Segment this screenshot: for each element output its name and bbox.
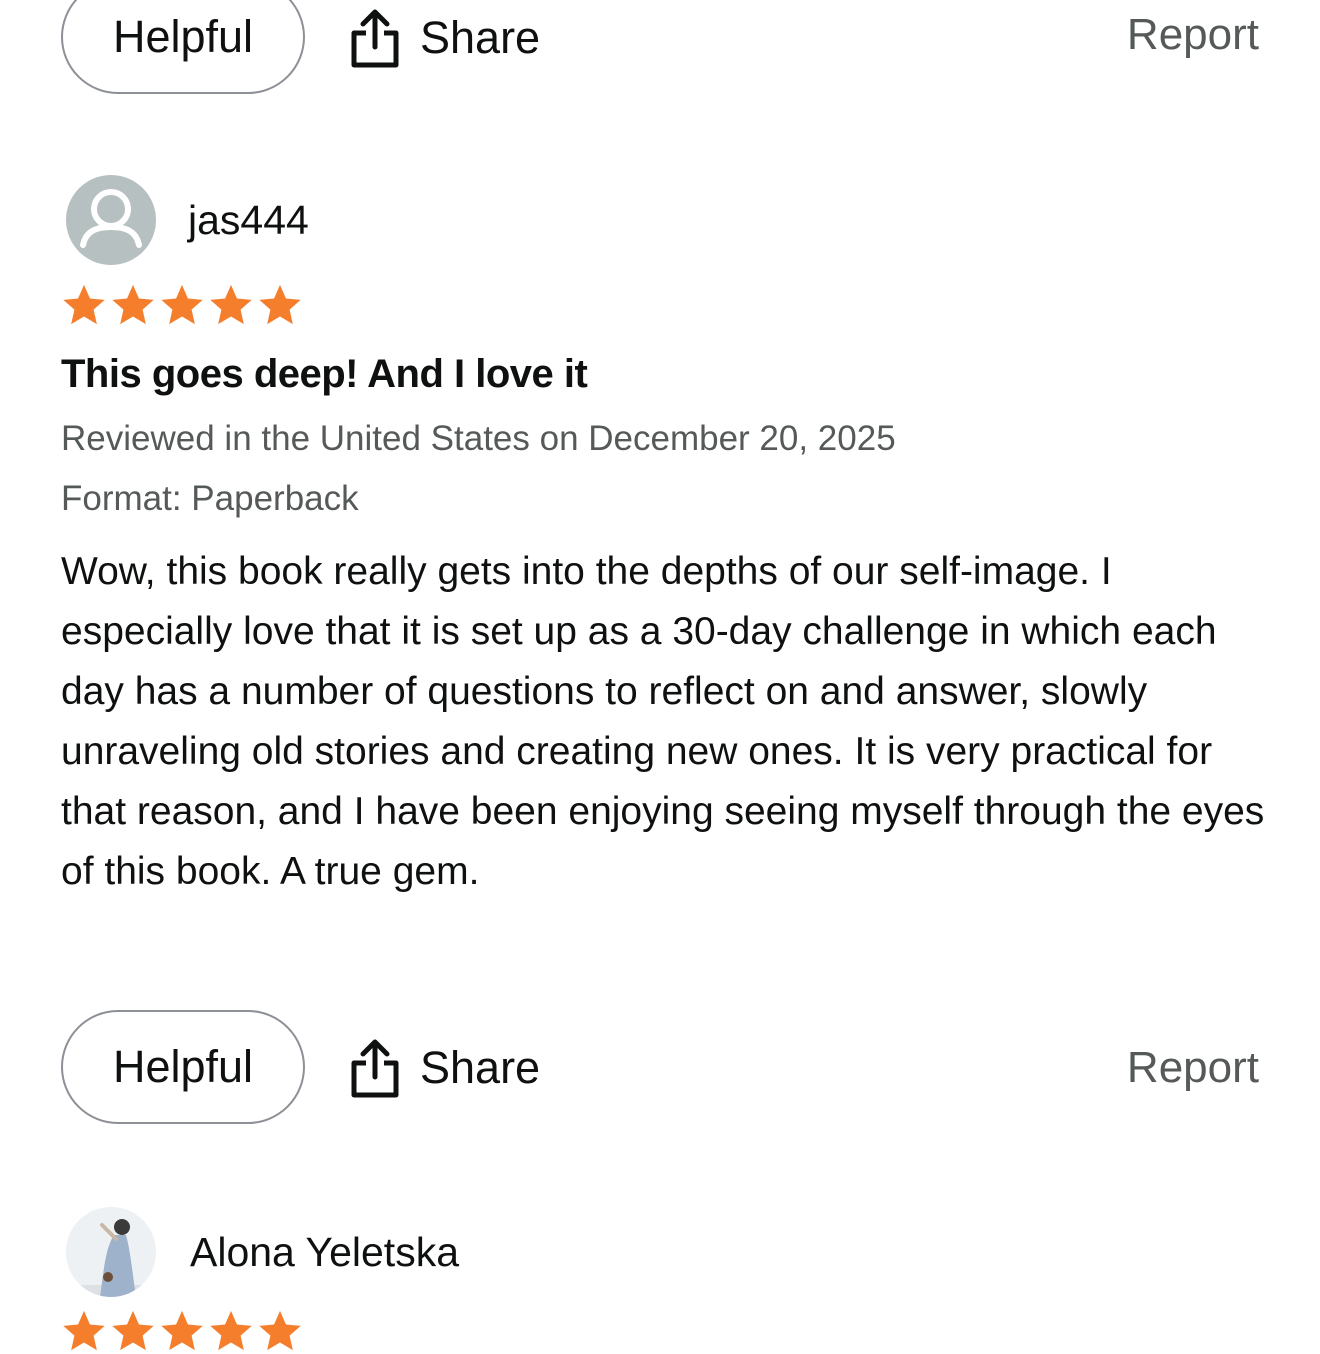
share-label: Share (420, 1042, 541, 1093)
star-icon (63, 1310, 105, 1351)
helpful-label: Helpful (112, 1041, 254, 1092)
star-icon (112, 1310, 154, 1351)
star-icon (161, 284, 203, 325)
reviewer-name[interactable]: jas444 (188, 197, 309, 244)
share-button-top[interactable]: Share (350, 0, 540, 78)
report-link-top[interactable]: Report (1127, 10, 1259, 60)
star-icon (63, 284, 105, 325)
star-icon (210, 284, 252, 325)
person-icon (80, 189, 142, 248)
share-icon (350, 7, 400, 69)
star-icon (259, 284, 301, 325)
review-format: Format: Paperback (61, 479, 359, 518)
star-icon (210, 1310, 252, 1351)
helpful-label: Helpful (112, 11, 254, 62)
review-title: This goes deep! And I love it (61, 352, 588, 396)
share-icon (350, 1037, 400, 1099)
star-icon (259, 1310, 301, 1351)
share-button[interactable]: Share (350, 1028, 540, 1108)
star-rating-next (61, 1308, 303, 1354)
helpful-button[interactable]: Helpful (61, 1010, 305, 1124)
review-date: Reviewed in the United States on Decembe… (61, 419, 896, 458)
helpful-button-top[interactable]: Helpful (61, 0, 305, 94)
avatar-next (66, 1207, 156, 1297)
review-body: Wow, this book really gets into the dept… (61, 550, 1265, 893)
share-label: Share (420, 12, 541, 63)
profile-photo (66, 1207, 156, 1297)
star-icon (112, 284, 154, 325)
avatar (66, 175, 156, 265)
reviewer-name-next[interactable]: Alona Yeletska (190, 1229, 459, 1276)
star-rating (61, 282, 303, 328)
report-link[interactable]: Report (1127, 1043, 1259, 1093)
star-icon (161, 1310, 203, 1351)
